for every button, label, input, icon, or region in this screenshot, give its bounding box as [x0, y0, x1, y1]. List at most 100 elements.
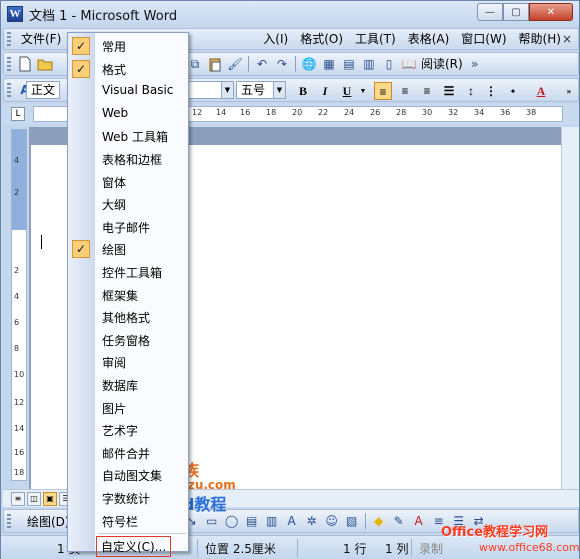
underline-dropdown-icon[interactable]: ▼: [354, 82, 372, 100]
vertical-ruler[interactable]: 4 2 2 4 6 8 10 12 14 16 18: [11, 129, 27, 481]
hyperlink-icon[interactable]: 🌐: [300, 55, 318, 73]
toolbar-options-icon[interactable]: »: [466, 55, 484, 73]
toolbar-menu-item[interactable]: 大纲: [68, 193, 188, 215]
maximize-button[interactable]: ▢: [503, 3, 529, 21]
toolbar-menu-item[interactable]: Web: [68, 103, 188, 125]
toolbar-grip-icon[interactable]: [7, 83, 11, 97]
font-color-icon[interactable]: A: [410, 512, 428, 530]
font-dropdown-icon[interactable]: ▼: [221, 82, 233, 98]
wordart-icon[interactable]: A: [283, 512, 301, 530]
menu-table[interactable]: 表格(A): [402, 29, 456, 49]
new-document-icon[interactable]: [16, 55, 34, 73]
size-value: 五号: [241, 83, 266, 97]
font-color-button[interactable]: A: [532, 82, 550, 100]
distributed-align-button[interactable]: ☰: [440, 82, 458, 100]
ruler-number: 30: [422, 108, 433, 117]
redo-icon[interactable]: ↷: [273, 55, 291, 73]
check-icon: ✓: [72, 37, 90, 55]
size-dropdown-icon[interactable]: ▼: [273, 82, 285, 98]
toolbar-menu-item-label: 格式: [102, 62, 127, 77]
toolbar-menu-item[interactable]: 邮件合并: [68, 442, 188, 464]
tables-borders-icon[interactable]: ▦: [320, 55, 338, 73]
toolbar-menu-item[interactable]: ✓ 绘图: [68, 238, 188, 260]
line-spacing-button[interactable]: ↕: [462, 82, 480, 100]
align-center-button[interactable]: ≡: [396, 82, 414, 100]
toolbar-menu-item[interactable]: 自动图文集: [68, 464, 188, 486]
clipart-icon[interactable]: ☺: [323, 512, 341, 530]
toolbar-menu-item[interactable]: 任务窗格: [68, 329, 188, 351]
close-button[interactable]: ✕: [529, 3, 573, 21]
vertical-textbox-icon[interactable]: ▥: [263, 512, 281, 530]
numbering-button[interactable]: ⋮: [482, 82, 500, 100]
bullets-button[interactable]: •: [504, 82, 522, 100]
menu-tools[interactable]: 工具(T): [349, 29, 402, 49]
read-icon[interactable]: 📖: [400, 55, 418, 73]
toolbar-menu-item[interactable]: 数据库: [68, 374, 188, 396]
toolbar-options-icon[interactable]: »: [560, 82, 578, 100]
ruler-number: 4: [14, 156, 20, 165]
toolbar-grip-icon[interactable]: [7, 514, 11, 528]
line-color-icon[interactable]: ✎: [390, 512, 408, 530]
customize-label: 自定义(C)...: [96, 536, 172, 558]
vertical-scrollbar[interactable]: [561, 127, 579, 489]
bold-button[interactable]: B: [294, 82, 312, 100]
insert-table-icon[interactable]: ▤: [340, 55, 358, 73]
ruler-number: 12: [14, 398, 25, 407]
paste-icon[interactable]: [206, 55, 224, 73]
toolbar-menu-item[interactable]: 控件工具箱: [68, 261, 188, 283]
italic-button[interactable]: I: [316, 82, 334, 100]
toolbar-menu-item[interactable]: 艺术字: [68, 419, 188, 441]
drawing-menu-button[interactable]: 绘图(D): [27, 513, 70, 530]
toolbar-menu-item[interactable]: Web 工具箱: [68, 125, 188, 147]
ruler-number: 26: [370, 108, 381, 117]
tab-selector[interactable]: L: [11, 107, 25, 121]
toolbar-menu-item[interactable]: 框架集: [68, 284, 188, 306]
ruler-number: 12: [192, 108, 203, 117]
status-rec[interactable]: 录制: [419, 540, 443, 557]
print-layout-icon[interactable]: ▣: [43, 492, 57, 506]
align-right-button[interactable]: ≡: [418, 82, 436, 100]
toolbar-menu-item[interactable]: 窗体: [68, 171, 188, 193]
toolbar-menu-item[interactable]: 审阅: [68, 351, 188, 373]
size-select[interactable]: 五号 ▼: [236, 81, 286, 99]
toolbar-menu-item[interactable]: 符号栏: [68, 510, 188, 532]
toolbar-menu-item[interactable]: 表格和边框: [68, 148, 188, 170]
ruler-number: 28: [396, 108, 407, 117]
picture-icon[interactable]: ▧: [343, 512, 361, 530]
menubar-grip-icon[interactable]: [7, 32, 11, 46]
close-document-icon[interactable]: ×: [562, 32, 572, 46]
insert-excel-icon[interactable]: ▥: [360, 55, 378, 73]
minimize-button[interactable]: —: [477, 3, 503, 21]
toolbar-menu-item[interactable]: 字数统计: [68, 487, 188, 509]
undo-icon[interactable]: ↶: [253, 55, 271, 73]
window-controls: — ▢ ✕: [477, 3, 573, 21]
read-button[interactable]: 阅读(R): [419, 54, 465, 74]
web-view-icon[interactable]: ◫: [27, 492, 41, 506]
menu-insert[interactable]: 入(I): [257, 29, 294, 49]
normal-view-icon[interactable]: ≡: [11, 492, 25, 506]
word-app-icon[interactable]: W: [7, 6, 23, 22]
open-folder-icon[interactable]: [36, 55, 54, 73]
toolbar-menu-item[interactable]: Visual Basic: [68, 80, 188, 102]
font-select[interactable]: ▼: [184, 81, 234, 99]
toolbar-menu-item[interactable]: 电子邮件: [68, 216, 188, 238]
customize-menu-item[interactable]: 自定义(C)...: [68, 535, 188, 558]
toolbar-grip-icon[interactable]: [7, 57, 11, 71]
ruler-number: 24: [344, 108, 355, 117]
status-line: 1 行: [343, 542, 367, 556]
menu-window[interactable]: 窗口(W): [455, 29, 512, 49]
menu-format[interactable]: 格式(O): [294, 29, 349, 49]
textbox-icon[interactable]: ▤: [243, 512, 261, 530]
style-select[interactable]: 正文: [26, 81, 60, 99]
columns-icon[interactable]: ▯: [380, 55, 398, 73]
align-justify-button[interactable]: ≡: [374, 82, 392, 100]
toolbar-menu-item[interactable]: ✓ 格式: [68, 58, 188, 80]
toolbar-menu-item[interactable]: 图片: [68, 397, 188, 419]
toolbar-menu-item[interactable]: 其他格式: [68, 306, 188, 328]
diagram-icon[interactable]: ✲: [303, 512, 321, 530]
toolbar-menu-item[interactable]: ✓ 常用: [68, 35, 188, 57]
menu-file[interactable]: 文件(F): [15, 29, 67, 49]
menu-help[interactable]: 帮助(H): [513, 29, 567, 49]
fill-color-icon[interactable]: ◆: [370, 512, 388, 530]
format-painter-icon[interactable]: 🖌: [226, 55, 244, 73]
